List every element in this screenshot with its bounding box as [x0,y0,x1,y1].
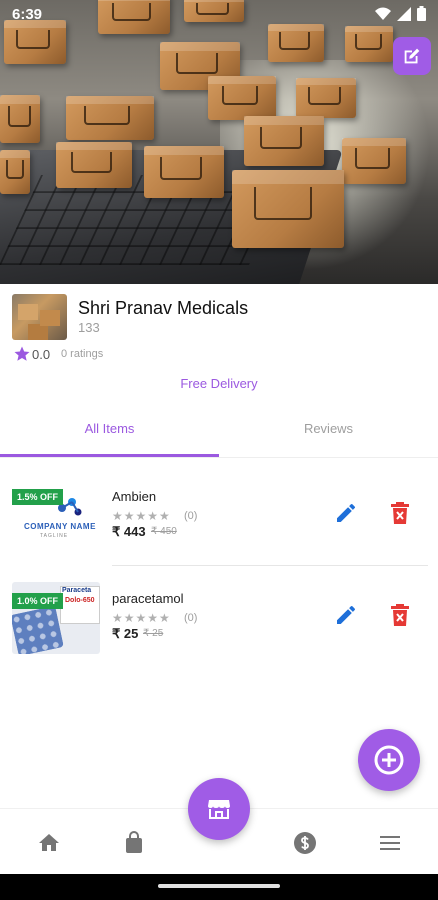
delete-icon [391,604,409,626]
status-icons [375,6,426,26]
menu-icon [380,836,400,850]
thumb-logo-sub: TAGLINE [40,533,69,539]
discount-badge: 1.5% OFF [12,489,64,505]
free-delivery-label: Free Delivery [180,376,258,391]
product-name: paracetamol [112,591,184,606]
nav-store-button[interactable] [188,778,250,840]
product-row[interactable]: Paraceta Dolo-650 1.0% OFF paracetamol ★… [0,580,438,680]
home-icon [39,834,59,851]
discount-badge: 1.0% OFF [12,593,64,609]
store-id: 133 [78,320,100,335]
rating-value: 0.0 [32,347,51,362]
tab-reviews[interactable]: Reviews [219,421,438,436]
edit-square-icon [404,48,420,64]
status-bar: 6:39 [0,0,438,28]
store-cover-image [0,0,438,284]
status-time: 6:39 [12,6,43,23]
battery-icon [417,6,426,26]
product-name: Ambien [112,489,157,504]
edit-cover-button[interactable] [393,37,431,75]
product-price: ₹ 443 [112,524,146,539]
product-stars: ★★★★★ [112,611,171,625]
delete-product-button[interactable] [389,603,411,627]
review-count: (0) [184,612,198,624]
pencil-icon [337,503,356,522]
thumb-sub: Dolo-650 [65,597,95,604]
delete-icon [391,502,409,524]
nav-menu[interactable] [378,831,402,855]
signal-icon [397,6,411,26]
tab-all-items[interactable]: All Items [0,421,219,436]
thumb-logo-text: COMPANY NAME [24,522,96,531]
store-screen: 6:39 Shri Pranav Medicals 133 0.0 0 rati… [0,0,438,900]
nav-home[interactable] [37,831,61,855]
blister-pack-image [12,605,64,654]
product-mrp: ₹ 450 [151,526,177,537]
edit-product-button[interactable] [334,603,358,627]
wifi-icon [375,7,391,26]
review-count: (0) [184,510,198,522]
thumb-title: Paraceta [62,587,92,594]
star-icon [14,346,30,361]
pencil-icon [337,605,356,624]
edit-product-button[interactable] [334,501,358,525]
rating-count: 0 ratings [61,348,104,360]
dollar-icon [294,832,316,854]
home-indicator[interactable] [158,884,280,888]
storefront-icon [208,800,230,819]
store-logo [12,294,67,340]
add-product-button[interactable] [358,729,420,791]
product-stars: ★★★★★ [112,509,171,523]
delete-product-button[interactable] [389,501,411,525]
store-name: Shri Pranav Medicals [78,298,249,318]
nav-orders[interactable] [122,831,146,855]
product-row[interactable]: COMPANY NAME TAGLINE 1.5% OFF Ambien ★★★… [0,478,438,578]
shopping-bag-icon [126,831,142,853]
tab-divider [0,457,438,458]
nav-payments[interactable] [293,831,317,855]
product-mrp: ₹ 25 [143,628,164,639]
add-circle-icon [374,745,404,775]
product-price: ₹ 25 [112,626,139,641]
row-divider [112,565,428,566]
